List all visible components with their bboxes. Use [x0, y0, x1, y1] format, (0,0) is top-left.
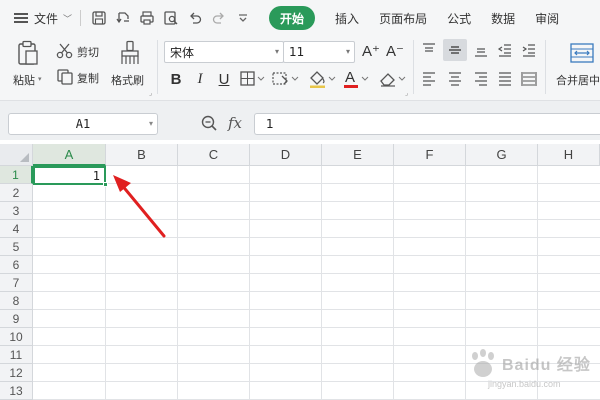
paw-logo-icon	[472, 349, 494, 377]
annotation-arrow	[113, 175, 166, 238]
watermark-subtext: jingyan.baidu.com	[488, 379, 561, 389]
watermark-text: Baidu 经验	[502, 357, 591, 374]
watermark: Baidu 经验 jingyan.baidu.com	[466, 345, 596, 397]
